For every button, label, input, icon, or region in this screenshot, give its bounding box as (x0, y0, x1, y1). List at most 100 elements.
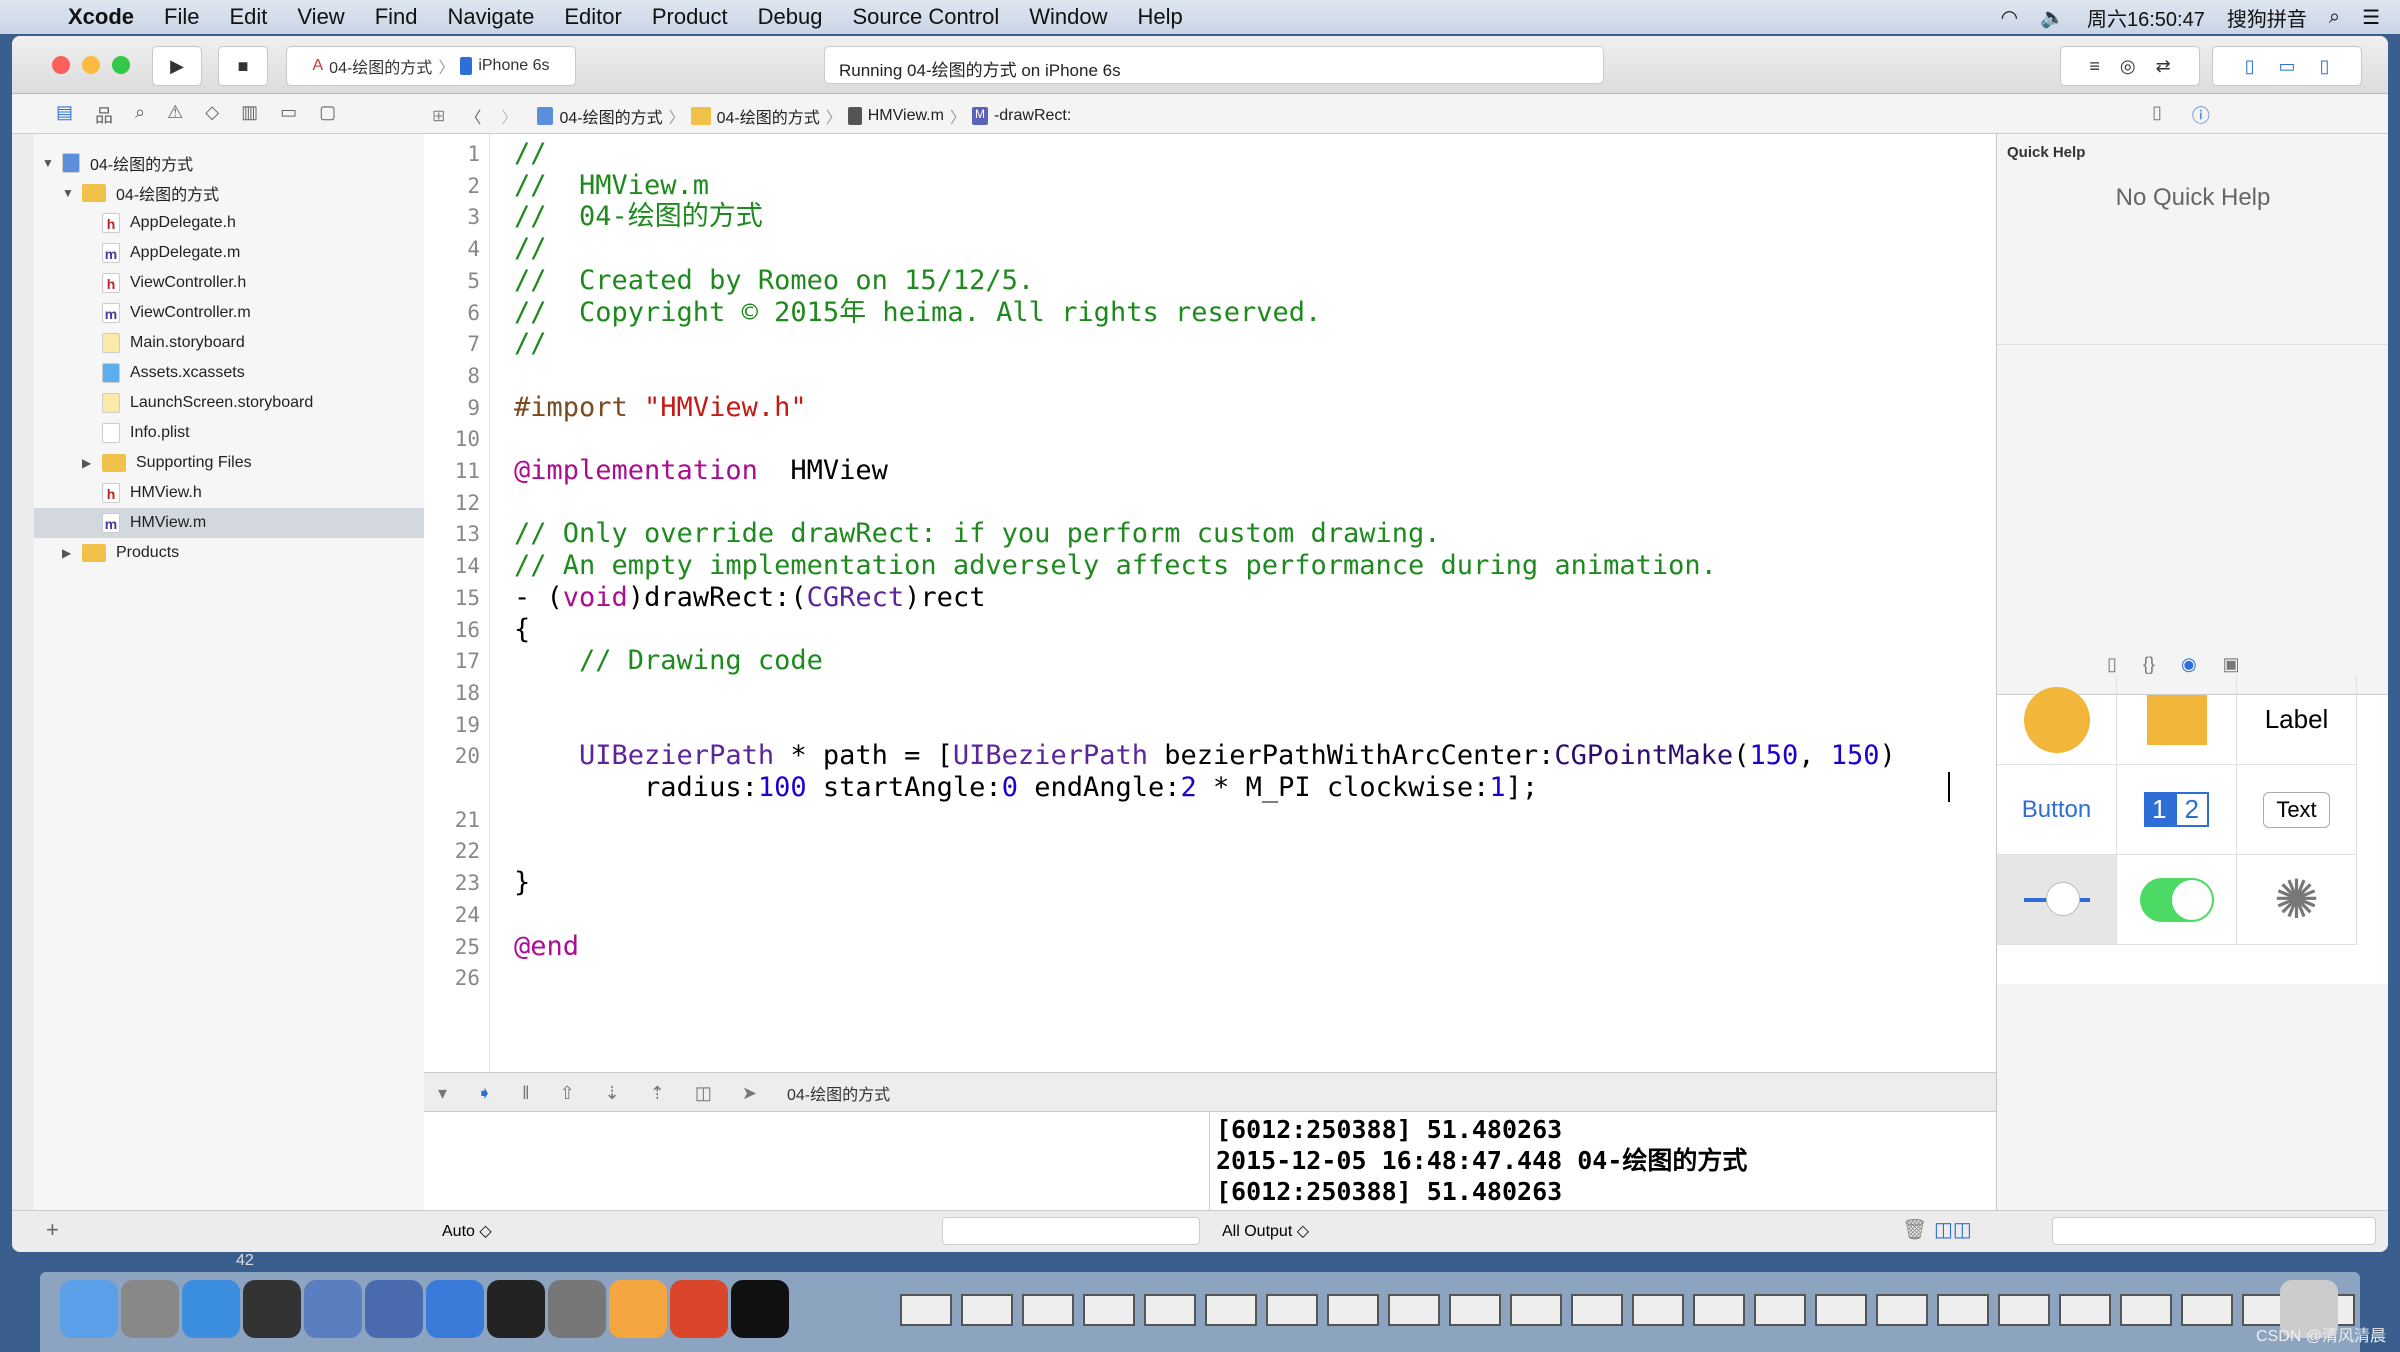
volume-icon[interactable]: 🔈 (2040, 5, 2065, 30)
source-editor[interactable]: 1 2 3 4 5 6 7 8 9 10 11 12 13 14 15 16 17 18 19 20 21 22 23 24 2… (424, 134, 1996, 1072)
navigator-item[interactable]: m HMView.m (34, 508, 434, 538)
report-navigator-icon[interactable]: ▢ (319, 102, 336, 128)
disclosure-open-icon[interactable]: ▼ (62, 186, 76, 200)
terminal-icon[interactable] (487, 1280, 545, 1338)
library-segmented-control[interactable]: 12 (2117, 765, 2237, 855)
utilities-toggle-icon[interactable]: ▯ (2320, 56, 2330, 77)
menu-find[interactable]: Find (375, 4, 418, 30)
code-line[interactable]: // (514, 138, 547, 170)
variables-filter-input[interactable] (942, 1217, 1200, 1245)
minimized-window[interactable] (1266, 1294, 1318, 1326)
menu-app[interactable]: Xcode (68, 4, 134, 30)
crumb-method[interactable]: -drawRect: (994, 107, 1071, 125)
related-items-icon[interactable]: ⊞ (432, 106, 445, 126)
stop-button[interactable]: ■ (218, 46, 268, 86)
safari-icon[interactable] (182, 1280, 240, 1338)
run-button[interactable]: ▶ (152, 46, 202, 86)
minimized-window[interactable] (1876, 1294, 1928, 1326)
forward-icon[interactable]: 〉 (501, 104, 517, 128)
step-out-icon[interactable]: ⇡ (650, 1083, 665, 1104)
preview-icon[interactable] (304, 1280, 362, 1338)
minimize-button[interactable] (82, 56, 100, 74)
disclosure-closed-icon[interactable]: ▶ (62, 546, 76, 560)
navigator-item[interactable]: ▼ 04-绘图的方式 (34, 148, 434, 178)
minimized-window[interactable] (1815, 1294, 1867, 1326)
sketch-icon[interactable] (609, 1280, 667, 1338)
find-navigator-icon[interactable]: ⌕ (135, 102, 145, 128)
library-filter-input[interactable] (2052, 1217, 2376, 1245)
minimized-window[interactable] (1449, 1294, 1501, 1326)
media-library-icon[interactable]: ▣ (2223, 654, 2240, 675)
instruments-icon[interactable] (426, 1280, 484, 1338)
minimized-window[interactable] (1144, 1294, 1196, 1326)
split-console-icon[interactable]: ◫◫ (1934, 1217, 1972, 1242)
trash-icon[interactable]: 🗑 (1902, 1217, 1927, 1242)
back-icon[interactable]: 〈 (465, 104, 481, 128)
minimized-window[interactable] (2059, 1294, 2111, 1326)
minimized-window[interactable] (1693, 1294, 1745, 1326)
code-line[interactable]: // Only override drawRect: if you perfor… (514, 518, 1441, 550)
menu-help[interactable]: Help (1138, 4, 1183, 30)
wifi-icon[interactable]: ◠ (2001, 5, 2018, 30)
code-line[interactable]: @implementation HMView (514, 455, 888, 487)
code-line[interactable]: // HMView.m (514, 170, 709, 202)
minimized-window[interactable] (1998, 1294, 2050, 1326)
clock[interactable]: 周六16:50:47 (2087, 3, 2205, 32)
library-slider[interactable] (1997, 855, 2117, 945)
navigator-item[interactable]: Info.plist (34, 418, 434, 448)
debug-navigator-icon[interactable]: ▥ (241, 102, 258, 128)
minimized-window[interactable] (1205, 1294, 1257, 1326)
activity-monitor-icon[interactable] (731, 1280, 789, 1338)
navigator-item[interactable]: ▶ Supporting Files (34, 448, 434, 478)
powerpoint-icon[interactable] (670, 1280, 728, 1338)
disclosure-open-icon[interactable]: ▼ (42, 156, 56, 170)
standard-editor-icon[interactable]: ≡ (2089, 56, 2100, 77)
test-navigator-icon[interactable]: ◇ (205, 102, 219, 128)
navigator-item[interactable]: LaunchScreen.storyboard (34, 388, 434, 418)
disclosure-closed-icon[interactable]: ▶ (82, 456, 96, 470)
library-button[interactable]: Button (1997, 765, 2117, 855)
code-line[interactable]: - (void)drawRect:(CGRect)rect (514, 582, 985, 614)
minimized-window[interactable] (2181, 1294, 2233, 1326)
minimized-window[interactable] (900, 1294, 952, 1326)
add-icon[interactable]: + (46, 1217, 59, 1243)
code-line[interactable]: // (514, 328, 547, 360)
step-over-icon[interactable]: ⇧ (560, 1083, 575, 1104)
location-icon[interactable]: ➤ (742, 1083, 757, 1104)
code-line[interactable]: UIBezierPath * path = [UIBezierPath bezi… (514, 740, 1896, 803)
minimized-window[interactable] (1022, 1294, 1074, 1326)
minimized-window[interactable] (1937, 1294, 1989, 1326)
minimized-window[interactable] (1327, 1294, 1379, 1326)
zoom-button[interactable] (112, 56, 130, 74)
issue-navigator-icon[interactable]: ⚠ (167, 102, 183, 128)
library-ibooks[interactable] (2117, 675, 2237, 765)
crumb-group[interactable]: 04-绘图的方式 (717, 104, 820, 128)
file-inspector-icon[interactable]: ▯ (2152, 102, 2162, 128)
input-method[interactable]: 搜狗拼音 (2227, 3, 2307, 32)
breakpoints-toggle-icon[interactable]: ➧ (477, 1083, 492, 1104)
navigator-item[interactable]: m AppDelegate.m (34, 238, 434, 268)
library-activity-indicator[interactable]: ✺ (2237, 855, 2357, 945)
code-snippet-icon[interactable]: {} (2143, 654, 2155, 675)
code-line[interactable]: // Copyright © 2015年 heima. All rights r… (514, 297, 1321, 329)
menu-debug[interactable]: Debug (758, 4, 823, 30)
system-preferences-icon[interactable] (548, 1280, 606, 1338)
spotlight-icon[interactable]: ⌕ (2329, 6, 2340, 29)
navigator-item[interactable]: h HMView.h (34, 478, 434, 508)
navigator-item[interactable]: ▶ Products (34, 538, 434, 568)
notification-icon[interactable]: ☰ (2362, 5, 2380, 30)
navigator-toggle-icon[interactable]: ▯ (2245, 56, 2255, 77)
minimized-window[interactable] (1754, 1294, 1806, 1326)
code-line[interactable]: // 04-绘图的方式 (514, 201, 763, 233)
menu-window[interactable]: Window (1029, 4, 1107, 30)
editor-mode-group[interactable]: ≡ ◎ ⇄ (2060, 46, 2200, 86)
navigator-item[interactable]: Main.storyboard (34, 328, 434, 358)
file-template-icon[interactable]: ▯ (2107, 654, 2117, 675)
menu-product[interactable]: Product (652, 4, 728, 30)
library-av-player[interactable] (1997, 675, 2117, 765)
launchpad-icon[interactable] (121, 1280, 179, 1338)
pause-icon[interactable]: ‖ (522, 1083, 529, 1104)
quick-help-icon[interactable]: ⓘ (2192, 102, 2210, 128)
crumb-project[interactable]: 04-绘图的方式 (559, 104, 662, 128)
code-line[interactable]: @end (514, 931, 579, 963)
